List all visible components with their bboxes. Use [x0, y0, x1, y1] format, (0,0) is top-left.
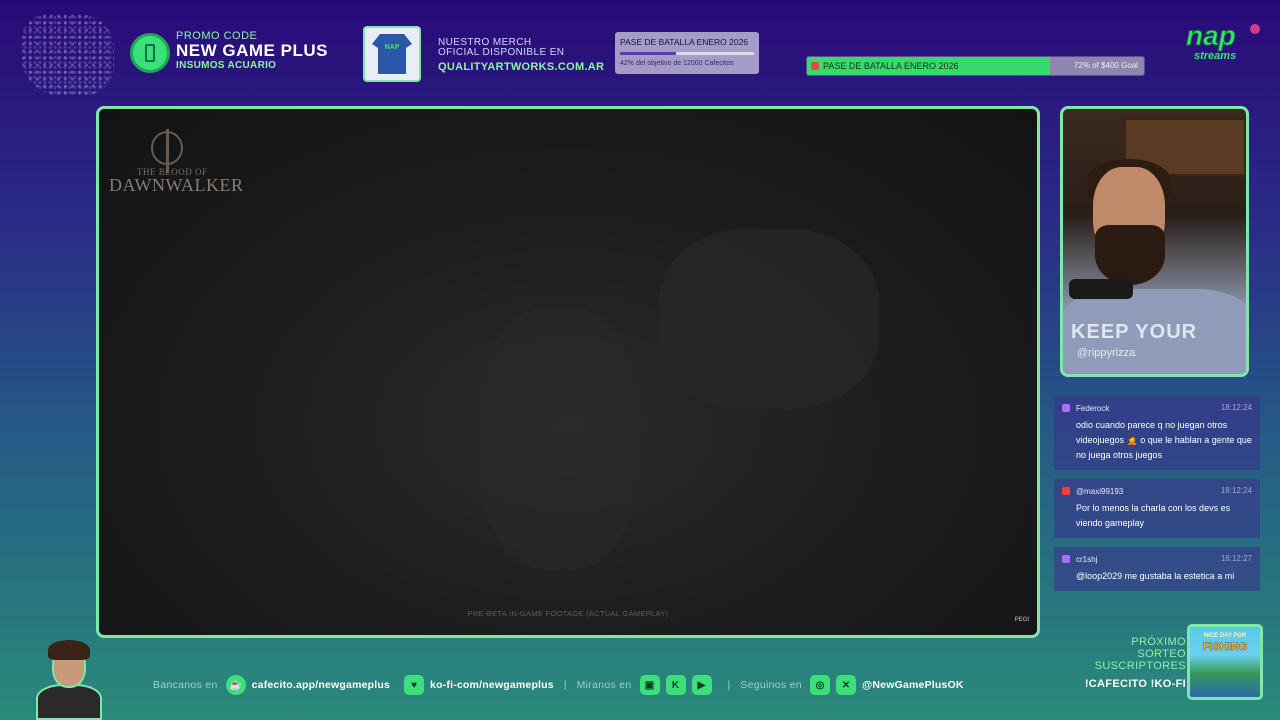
- streamer-beard: [1095, 225, 1165, 285]
- merch-shirt-image: NAP: [363, 26, 421, 82]
- shirt-print: NAP: [384, 44, 400, 51]
- goal-progress-fill: [620, 52, 677, 55]
- goal-progress-track: [620, 52, 754, 55]
- avatar-hair: [48, 640, 90, 660]
- cafecito-goal-widget: PASE DE BATALLA ENERO 2026 42% del objet…: [615, 32, 759, 74]
- merch-line2: OFICIAL DISPONIBLE EN: [438, 47, 565, 58]
- support-links-bar: Bancanos en ☕ cafecito.app/newgameplus ♥…: [153, 674, 964, 696]
- game-capture: THE BLOOD OF DAWNWALKER PRE-BETA IN-GAME…: [96, 106, 1040, 638]
- giveaway-line2: SORTEO: [1137, 648, 1186, 660]
- footage-disclaimer: PRE-BETA IN-GAME FOOTAGE (ACTUAL GAMEPLA…: [467, 609, 669, 618]
- instagram-icon[interactable]: ◎: [809, 675, 830, 695]
- promo-code: NEW GAME PLUS: [176, 41, 328, 60]
- chat-text: odio cuando parece q no juegan otros vid…: [1076, 420, 1252, 460]
- brand-sub: streams: [1194, 50, 1237, 62]
- kofi-link[interactable]: ko-fi-com/newgameplus: [430, 679, 554, 691]
- chat-message: Federock 18:12:24 odio cuando parece q n…: [1054, 396, 1260, 470]
- miranos-label: Miranos en: [576, 679, 632, 691]
- scene-shadow: [479, 309, 639, 569]
- chat-text: @loop2029 me gustaba la estetica a mi: [1076, 571, 1235, 581]
- game-logo-title: DAWNWALKER: [109, 175, 244, 195]
- channel-logo-pattern: [22, 14, 114, 96]
- x-icon[interactable]: ✕: [835, 675, 856, 695]
- giveaway-label: PRÓXIMO SORTEO SUSCRIPTORES: [1095, 636, 1186, 672]
- scene-shadow: [659, 229, 879, 409]
- chat-text: Por lo menos la charla con los devs es v…: [1076, 503, 1231, 528]
- chat-username: Federock: [1076, 403, 1110, 413]
- kick-icon[interactable]: K: [665, 675, 686, 695]
- goal-title: PASE DE BATALLA ENERO 2026: [620, 37, 749, 47]
- cafecito-link[interactable]: cafecito.app/newgameplus: [252, 679, 390, 691]
- giveaway-line1: PRÓXIMO: [1131, 636, 1186, 648]
- goal-icon: [811, 62, 819, 70]
- goal-bar-title: PASE DE BATALLA ENERO 2026: [823, 61, 959, 71]
- twitch-icon[interactable]: ▣: [639, 675, 660, 695]
- social-handle[interactable]: @NewGamePlusOK: [862, 679, 964, 691]
- game-emblem-icon: [151, 129, 183, 173]
- rating-badge: PEGI: [1014, 617, 1029, 623]
- giveaway-game-cover: NICE DAY FOR FISHING: [1187, 624, 1263, 700]
- giveaway-line3: SUSCRIPTORES: [1094, 660, 1186, 672]
- youtube-icon: [1062, 487, 1070, 495]
- separator: |: [727, 679, 731, 691]
- merch-url[interactable]: QUALITYARTWORKS.COM.AR: [438, 61, 604, 73]
- goal-status: 42% del objetivo de 12000 Cafecitos: [620, 60, 734, 67]
- chat-username: cr1shj: [1076, 554, 1098, 564]
- chat-timestamp: 18:12:24: [1220, 403, 1252, 412]
- game-cover-title: FISHING: [1202, 641, 1248, 654]
- youtube-icon[interactable]: ▶: [691, 675, 712, 695]
- seguinos-label: Seguinos en: [740, 679, 802, 691]
- microphone-icon: [1069, 279, 1133, 299]
- giveaway-commands: !CAFECITO !KO-FI: [1084, 678, 1186, 690]
- avatar-body: [36, 684, 102, 720]
- chat-timestamp: 18:12:27: [1220, 554, 1252, 563]
- cafecito-icon: ☕: [225, 675, 246, 695]
- chat-username: @maxi99193: [1076, 486, 1124, 496]
- separator: |: [563, 679, 567, 691]
- bancanos-label: Bancanos en: [153, 679, 218, 691]
- chat-panel: Federock 18:12:24 odio cuando parece q n…: [1054, 396, 1260, 600]
- promo-sponsor: INSUMOS ACUARIO: [176, 60, 277, 71]
- streamer-avatar: [30, 640, 108, 720]
- webcam-feed: KEEP YOUR @rippyrizza: [1060, 106, 1249, 377]
- shirt-icon: NAP: [372, 34, 412, 74]
- brand-logo: nap streams: [1186, 21, 1262, 74]
- chat-timestamp: 18:12:24: [1220, 486, 1252, 495]
- kofi-icon: ♥: [404, 675, 425, 695]
- goal-bar-status: 72% of $400 Goal: [1073, 61, 1138, 70]
- streamer-handle: @rippyrizza: [1077, 347, 1136, 359]
- goal-bar: PASE DE BATALLA ENERO 2026 72% of $400 G…: [806, 56, 1145, 76]
- shirt-print: KEEP YOUR: [1071, 321, 1198, 343]
- twitch-icon: [1062, 555, 1070, 563]
- chat-message: cr1shj 18:12:27 @loop2029 me gustaba la …: [1054, 547, 1260, 591]
- chat-message: @maxi99193 18:12:24 Por lo menos la char…: [1054, 479, 1260, 538]
- promo-coin-icon: [130, 33, 170, 73]
- game-cover-subtitle: NICE DAY FOR: [1203, 633, 1247, 639]
- logo-dot-icon: [1250, 24, 1260, 34]
- twitch-icon: [1062, 404, 1070, 412]
